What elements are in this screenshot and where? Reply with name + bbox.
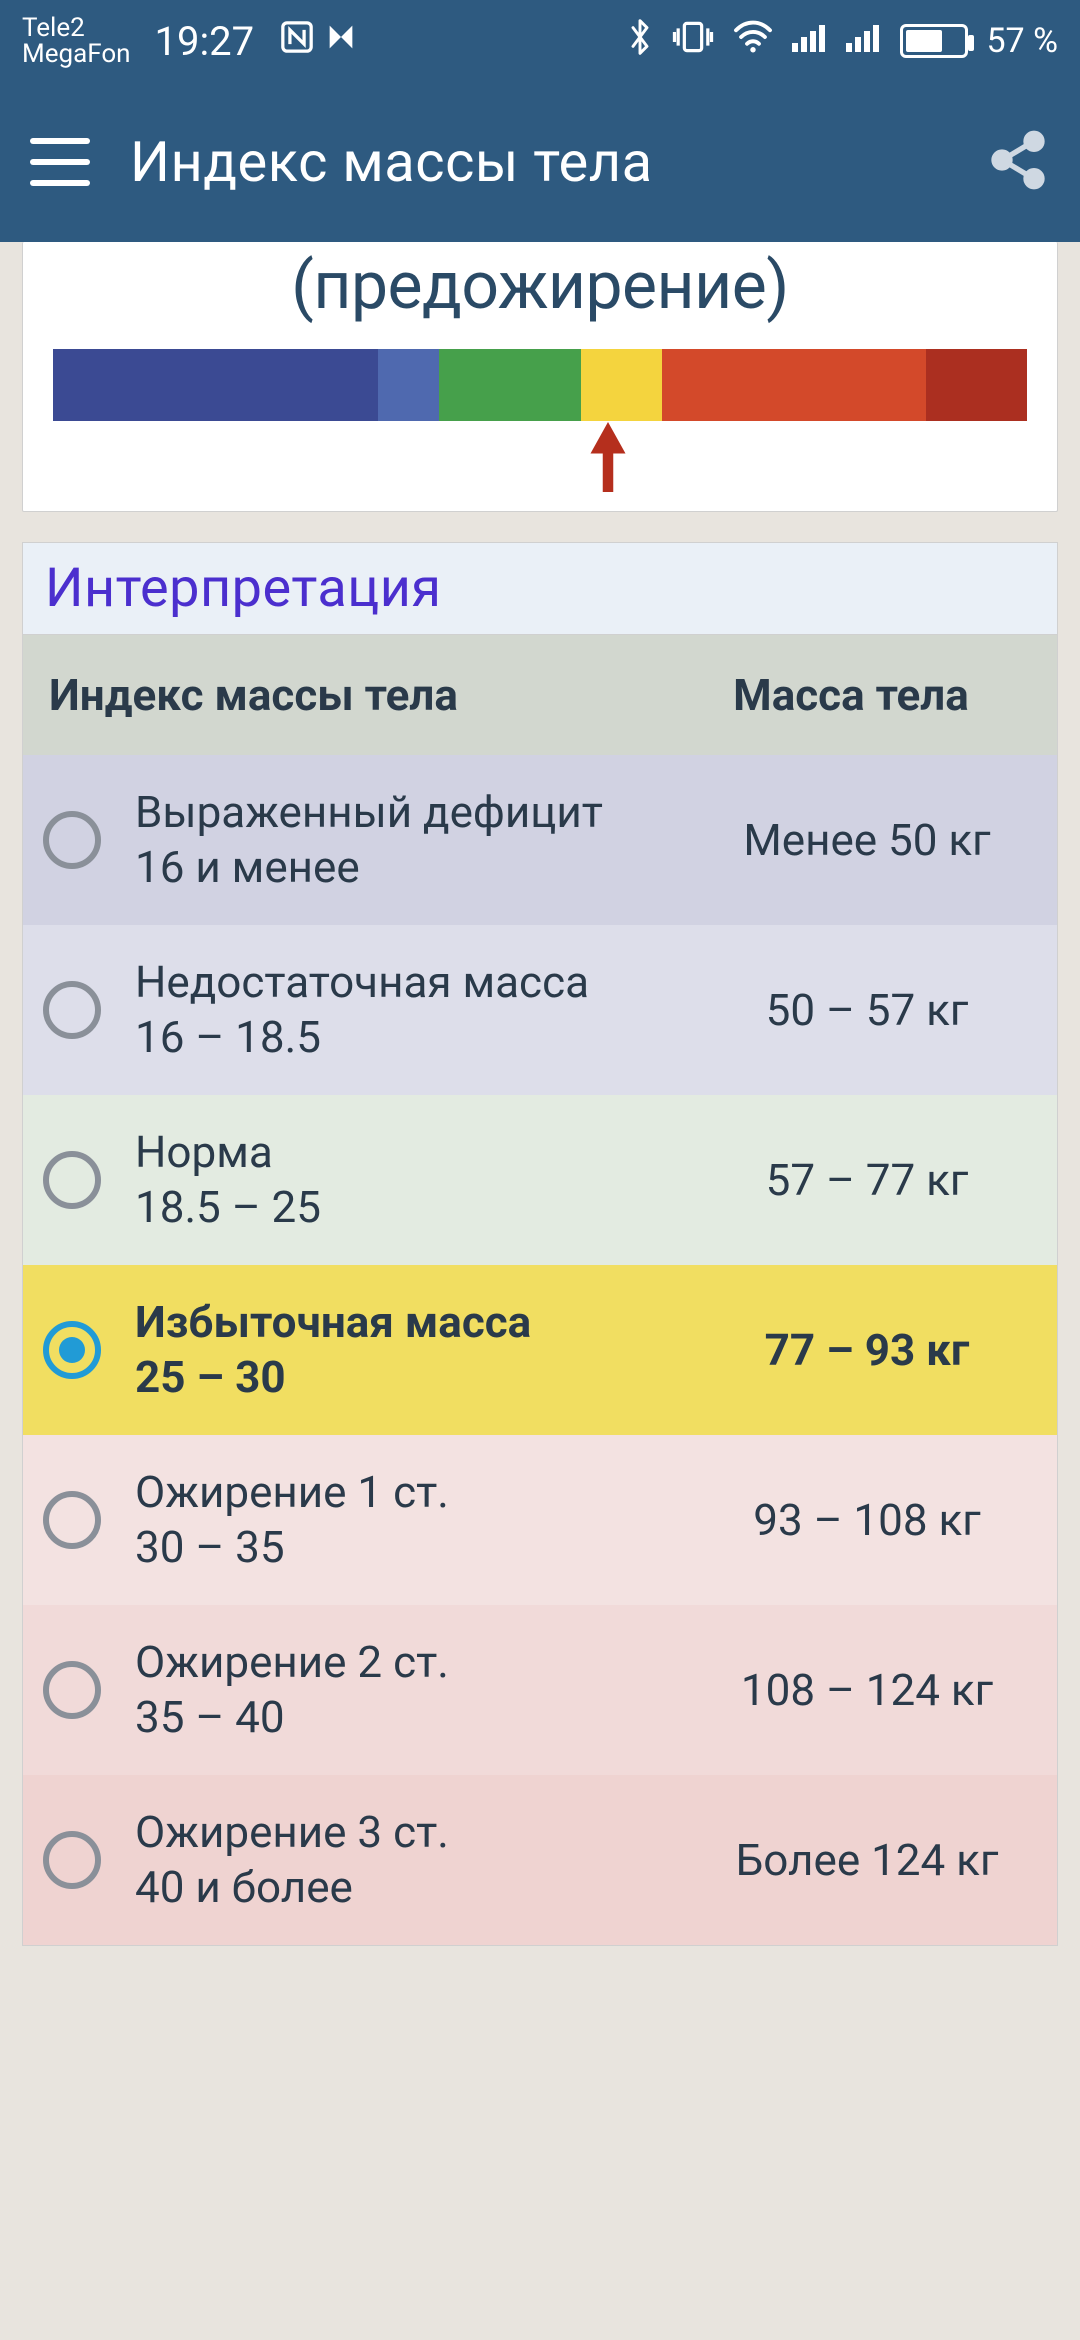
row-label: Норма	[135, 1125, 697, 1180]
status-time: 19:27	[155, 18, 255, 65]
row-mass: 108 – 124 кг	[697, 1664, 1037, 1716]
row-label-block: Избыточная масса25 – 30	[135, 1295, 697, 1405]
row-mass: 77 – 93 кг	[697, 1324, 1037, 1376]
status-misc-icon	[324, 20, 358, 62]
carrier-2: MegaFon	[22, 41, 131, 67]
bmi-scale	[53, 349, 1027, 421]
row-mass: 50 – 57 кг	[697, 984, 1037, 1036]
row-mass: 93 – 108 кг	[697, 1494, 1037, 1546]
table-row[interactable]: Ожирение 1 ст.30 – 3593 – 108 кг	[23, 1435, 1057, 1605]
scale-segment	[926, 349, 1027, 421]
vibrate-icon	[672, 18, 714, 65]
wifi-icon	[732, 20, 774, 63]
row-label: Избыточная масса	[135, 1295, 697, 1350]
table-header: Индекс массы тела Масса тела	[23, 635, 1057, 755]
scale-segment	[53, 349, 378, 421]
row-label: Ожирение 2 ст.	[135, 1635, 697, 1690]
row-mass: Более 124 кг	[697, 1834, 1037, 1886]
row-label-block: Выраженный дефицит16 и менее	[135, 785, 697, 895]
row-label: Недостаточная масса	[135, 955, 697, 1010]
table-row[interactable]: Недостаточная масса16 – 18.550 – 57 кг	[23, 925, 1057, 1095]
row-label-block: Ожирение 2 ст.35 – 40	[135, 1635, 697, 1745]
bmi-pointer-icon	[587, 421, 629, 497]
row-range: 40 и более	[135, 1860, 697, 1915]
row-label: Ожирение 3 ст.	[135, 1805, 697, 1860]
interpretation-header: Интерпретация	[22, 542, 1058, 634]
row-mass: 57 – 77 кг	[697, 1154, 1037, 1206]
signal-1-icon	[792, 21, 828, 61]
scale-segment	[662, 349, 926, 421]
row-range: 16 – 18.5	[135, 1010, 697, 1065]
row-label: Выраженный дефицит	[135, 785, 697, 840]
share-button[interactable]	[986, 128, 1050, 196]
row-radio[interactable]	[43, 811, 101, 869]
row-range: 18.5 – 25	[135, 1180, 697, 1235]
row-radio[interactable]	[43, 1831, 101, 1889]
app-bar: Индекс массы тела	[0, 82, 1080, 242]
row-range: 16 и менее	[135, 840, 697, 895]
row-radio[interactable]	[43, 1321, 101, 1379]
nfc-icon	[280, 20, 314, 62]
battery-text: 57 %	[986, 21, 1058, 61]
row-label-block: Норма18.5 – 25	[135, 1125, 697, 1235]
scale-segment	[581, 349, 662, 421]
table-row[interactable]: Ожирение 2 ст.35 – 40108 – 124 кг	[23, 1605, 1057, 1775]
column-mass: Масса тела	[671, 669, 1031, 721]
row-mass: Менее 50 кг	[697, 814, 1037, 866]
battery-icon	[900, 24, 968, 58]
row-range: 35 – 40	[135, 1690, 697, 1745]
table-row[interactable]: Избыточная масса25 – 3077 – 93 кг	[23, 1265, 1057, 1435]
carrier-1: Tele2	[22, 15, 131, 41]
row-radio[interactable]	[43, 981, 101, 1039]
table-row[interactable]: Норма18.5 – 2557 – 77 кг	[23, 1095, 1057, 1265]
table-row[interactable]: Выраженный дефицит16 и менееМенее 50 кг	[23, 755, 1057, 925]
result-card: (предожирение)	[22, 242, 1058, 512]
row-label-block: Ожирение 1 ст.30 – 35	[135, 1465, 697, 1575]
row-radio[interactable]	[43, 1491, 101, 1549]
row-range: 25 – 30	[135, 1350, 697, 1405]
row-label: Ожирение 1 ст.	[135, 1465, 697, 1520]
status-bar: Tele2 MegaFon 19:27 57 %	[0, 0, 1080, 82]
column-bmi: Индекс массы тела	[49, 669, 671, 721]
table-row[interactable]: Ожирение 3 ст.40 и болееБолее 124 кг	[23, 1775, 1057, 1945]
row-radio[interactable]	[43, 1661, 101, 1719]
scale-segment	[378, 349, 439, 421]
row-range: 30 – 35	[135, 1520, 697, 1575]
bluetooth-icon	[626, 17, 654, 66]
page-title: Индекс массы тела	[130, 129, 946, 195]
row-radio[interactable]	[43, 1151, 101, 1209]
row-label-block: Ожирение 3 ст.40 и более	[135, 1805, 697, 1915]
interpretation-table: Индекс массы тела Масса тела Выраженный …	[22, 634, 1058, 1946]
row-label-block: Недостаточная масса16 – 18.5	[135, 955, 697, 1065]
signal-2-icon	[846, 21, 882, 61]
result-label: (предожирение)	[23, 242, 1057, 349]
scale-segment	[439, 349, 581, 421]
menu-button[interactable]	[30, 138, 90, 186]
